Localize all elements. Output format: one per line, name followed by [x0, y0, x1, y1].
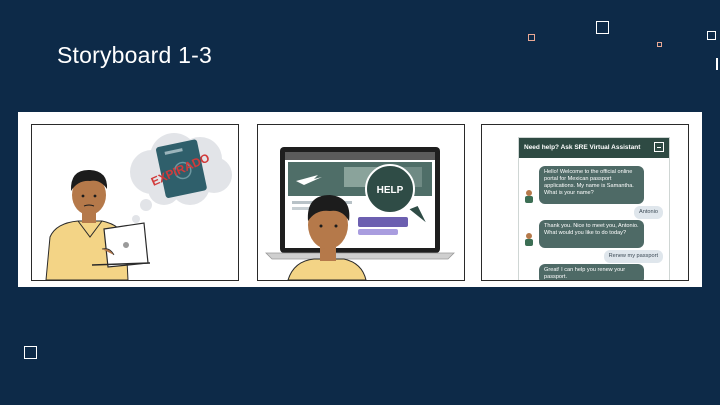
- bot-avatar-icon: [525, 190, 533, 203]
- chat-header: Need help? Ask SRE Virtual Assistant: [519, 138, 669, 158]
- chat-message-bot: Hello! Welcome to the official online po…: [539, 166, 644, 204]
- chat-message-user: Antonio: [634, 206, 663, 219]
- storyboard-strip: EXPIRADO HELP Need help? Ask SRE Virtual…: [18, 112, 702, 287]
- minimize-icon[interactable]: [654, 142, 664, 152]
- storyboard-panel-3: Need help? Ask SRE Virtual Assistant Hel…: [481, 124, 689, 281]
- slide-title: Storyboard 1-3: [57, 42, 212, 68]
- deco-square-edge: [707, 31, 716, 40]
- deco-square-bottom: [24, 346, 37, 359]
- deco-square-large: [596, 21, 609, 34]
- chat-header-title: Need help? Ask SRE Virtual Assistant: [524, 144, 641, 151]
- storyboard-panel-2: HELP: [257, 124, 465, 281]
- chat-message-bot: Great! I can help you renew your passpor…: [539, 264, 644, 280]
- storyboard-panel-1: EXPIRADO: [31, 124, 239, 281]
- chat-window: Need help? Ask SRE Virtual Assistant Hel…: [518, 137, 670, 280]
- panel-1-illustration: EXPIRADO: [45, 133, 232, 280]
- chat-message-bot: Thank you. Nice to meet you, Antonio. Wh…: [539, 220, 644, 248]
- chat-message-user: Renew my passport: [603, 250, 663, 263]
- bot-avatar-icon: [525, 233, 533, 246]
- help-bubble-text: HELP: [377, 185, 404, 196]
- deco-square-accent: [528, 34, 535, 41]
- deco-square-tiny: [657, 42, 662, 47]
- deco-line-edge: [716, 58, 718, 70]
- panel-2-illustration: HELP: [265, 147, 455, 280]
- website-laptop: [265, 147, 455, 260]
